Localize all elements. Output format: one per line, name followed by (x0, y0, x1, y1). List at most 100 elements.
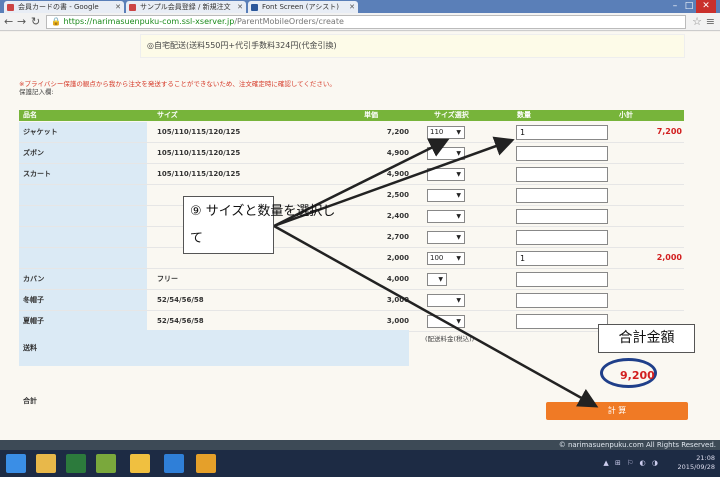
col-quantity: 数量 (517, 111, 531, 119)
quantity-input[interactable] (516, 188, 608, 203)
size-select[interactable]: ▼ (427, 147, 465, 160)
chrome-icon[interactable] (196, 454, 216, 473)
quantity-input[interactable] (516, 209, 608, 224)
total-amount-callout: 合計金額 (598, 324, 695, 353)
product-name: ジャケット (19, 122, 147, 142)
size-select[interactable]: ▼ (427, 189, 465, 202)
tab-3[interactable]: Font Screen (アシスト) ✕ (248, 1, 358, 13)
quantity-input[interactable]: 1 (516, 125, 608, 140)
back-icon[interactable]: ← (4, 15, 13, 28)
table-row: スカート 105/110/115/120/125 4,900 ▼ (19, 164, 684, 185)
tab-close-icon[interactable]: ✕ (237, 1, 243, 13)
shipping-tip: (配送料金(税込)) (425, 335, 475, 343)
table-header: 品名 サイズ 単価 サイズ選択 数量 小計 (19, 110, 684, 121)
size-select[interactable]: 100 ▼ (427, 252, 465, 265)
unit-price: 4,000 (386, 275, 409, 283)
close-window-icon[interactable]: ✕ (696, 0, 716, 13)
unit-price: 4,900 (386, 170, 409, 178)
shipping-row: 送料 (配送料金(税込)) (19, 330, 684, 366)
product-sizes: 52/54/56/58 (157, 317, 204, 325)
size-select-value: 110 (430, 128, 444, 136)
size-select[interactable]: ▼ (427, 294, 465, 307)
reload-icon[interactable]: ↻ (31, 15, 40, 28)
favicon-icon (129, 4, 136, 11)
size-select[interactable]: ▼ (427, 231, 465, 244)
unit-price: 7,200 (386, 128, 409, 136)
privacy-warning: ※プライバシー保護の観点から我から注文を発送することができないため、注文確定時に… (19, 80, 336, 88)
quantity-input[interactable] (516, 230, 608, 245)
tab-1[interactable]: 会員カードの書 - Google ✕ (4, 1, 124, 13)
screenshot: 会員カードの書 - Google ✕ サンプル会員登録 / 新規注文 ✕ Fon… (0, 0, 720, 477)
total-label: 合計 (23, 397, 37, 405)
excel-icon[interactable] (66, 454, 86, 473)
product-sizes: 105/110/115/120/125 (157, 149, 241, 157)
url-path: /ParentMobileOrders/create (234, 17, 344, 26)
quantity-input[interactable] (516, 293, 608, 308)
chevron-down-icon: ▼ (456, 255, 461, 262)
quantity-input[interactable] (516, 272, 608, 287)
menu-icon[interactable]: ≡ (706, 15, 715, 28)
address-bar-area: ← → ↻ 🔒 https://narimasuenpuku-com.ssl-x… (0, 13, 720, 31)
chevron-down-icon: ▼ (456, 129, 461, 136)
unit-price: 2,500 (386, 191, 409, 199)
col-size: サイズ (157, 111, 178, 119)
callout-line-1: ⑨ サイズと数量を選択し (190, 204, 336, 219)
tab-2-label: サンプル会員登録 / 新規注文 (140, 3, 231, 11)
taskbar-clock[interactable]: 21:08 2015/09/28 (678, 454, 715, 472)
col-unit-price: 単価 (364, 111, 378, 119)
table-row: 2,700 ▼ (19, 227, 684, 248)
app-icon[interactable] (96, 454, 116, 473)
internet-explorer-icon[interactable] (164, 454, 184, 473)
product-name (19, 206, 147, 226)
tab-close-icon[interactable]: ✕ (349, 1, 355, 13)
chevron-down-icon: ▼ (456, 150, 461, 157)
table-row: 2,500 ▼ (19, 185, 684, 206)
unit-price: 2,700 (386, 233, 409, 241)
chevron-down-icon: ▼ (438, 276, 443, 283)
size-select[interactable]: ▼ (427, 315, 465, 328)
maximize-icon[interactable]: □ (682, 0, 696, 13)
product-name: 夏帽子 (19, 311, 147, 331)
product-sizes: 105/110/115/120/125 (157, 128, 241, 136)
favicon-icon (251, 4, 258, 11)
unit-price: 3,000 (386, 317, 409, 325)
bookmark-star-icon[interactable]: ☆ (692, 15, 702, 28)
footer-copyright: © narimasuenpuku.com All Rights Reserved… (0, 440, 720, 450)
file-explorer-icon[interactable] (36, 454, 56, 473)
size-select[interactable]: ▼ (427, 273, 447, 286)
size-select[interactable]: ▼ (427, 168, 465, 181)
col-size-select: サイズ選択 (434, 111, 469, 119)
tab-close-icon[interactable]: ✕ (115, 1, 121, 13)
product-name: 冬帽子 (19, 290, 147, 310)
quantity-input[interactable] (516, 167, 608, 182)
unit-price: 3,000 (386, 296, 409, 304)
url-input[interactable]: 🔒 https://narimasuenpuku-com.ssl-xserver… (46, 15, 686, 29)
unit-price: 4,900 (386, 149, 409, 157)
product-sizes: 105/110/115/120/125 (157, 170, 241, 178)
col-name: 品名 (23, 111, 37, 119)
chevron-down-icon: ▼ (456, 213, 461, 220)
product-sizes: 52/54/56/58 (157, 296, 204, 304)
quantity-input[interactable] (516, 146, 608, 161)
unit-price: 2,000 (386, 254, 409, 262)
start-icon[interactable] (6, 454, 26, 473)
table-row: 冬帽子 52/54/56/58 3,000 ▼ (19, 290, 684, 311)
size-select[interactable]: 110 ▼ (427, 126, 465, 139)
quantity-input[interactable] (516, 314, 608, 329)
browser-tab-bar: 会員カードの書 - Google ✕ サンプル会員登録 / 新規注文 ✕ Fon… (0, 0, 720, 13)
size-select[interactable]: ▼ (427, 210, 465, 223)
calculate-button[interactable]: 計 算 (546, 402, 688, 420)
folder-icon[interactable] (130, 454, 150, 473)
minimize-icon[interactable]: – (668, 0, 682, 13)
product-name: スカート (19, 164, 147, 184)
shipping-notice: ◎自宅配送(送料550円+代引手数料324円(代金引換) (140, 34, 685, 58)
callout-line-2: て (190, 231, 204, 246)
tab-1-label: 会員カードの書 - Google (18, 3, 99, 11)
tab-2[interactable]: サンプル会員登録 / 新規注文 ✕ (126, 1, 246, 13)
quantity-input[interactable]: 1 (516, 251, 608, 266)
table-row: 2,000 100 ▼ 1 2,000 (19, 248, 684, 269)
system-tray-icons[interactable]: ▲ ⊞ ⚐ ◐ ◑ (603, 459, 660, 467)
forward-icon[interactable]: → (17, 15, 26, 28)
chevron-down-icon: ▼ (456, 171, 461, 178)
product-name (19, 227, 147, 247)
